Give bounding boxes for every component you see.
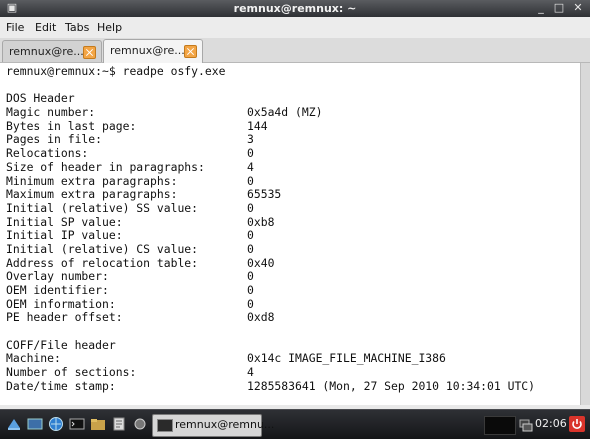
field-name: OEM information:: [6, 296, 116, 311]
field-name: Size of header in paragraphs:: [6, 159, 205, 174]
header-field-row: Date/time stamp: 1285583641 (Mon, 27 Sep …: [6, 378, 535, 394]
field-value: 0: [247, 200, 254, 215]
cpu-monitor: [484, 416, 516, 435]
window-title: remnux@remnux: ~: [233, 2, 357, 15]
field-name: OEM identifier:: [6, 283, 109, 297]
command-prompt: remnux@remnux:~$ readpe osfy.exe: [6, 64, 226, 78]
header-field-row: Minimum extra paragraphs: 0: [6, 173, 254, 189]
field-value: 4: [247, 159, 254, 174]
header-field-row: Initial (relative) CS value: 0: [6, 241, 254, 257]
globe-icon[interactable]: [48, 416, 64, 432]
field-value: 1285583641 (Mon, 27 Sep 2010 10:34:01 UT…: [247, 378, 536, 393]
field-name: Machine:: [6, 351, 61, 366]
header-field-row: Overlay number: 0: [6, 269, 254, 284]
field-value: 65535: [247, 187, 282, 202]
field-value: 3: [247, 132, 254, 147]
field-name: Initial (relative) CS value:: [6, 241, 199, 256]
header-field-row: Machine: 0x14c IMAGE_FILE_MACHINE_I386: [6, 351, 446, 366]
terminal-output[interactable]: remnux@remnux:~$ readpe osfy.exe DOS Hea…: [0, 63, 580, 405]
field-value: 4: [247, 365, 254, 380]
header-field-row: Initial IP value: 0: [6, 228, 254, 243]
field-name: Initial (relative) SS value:: [6, 200, 199, 215]
section-title: COFF/File header: [6, 337, 116, 352]
close-icon[interactable]: ✕: [571, 1, 585, 15]
field-value: 0xd8: [247, 310, 275, 325]
field-name: Date/time stamp:: [6, 378, 116, 393]
field-name: Relocations:: [6, 146, 89, 161]
show-desktop-icon[interactable]: [27, 416, 43, 432]
field-value: 0: [247, 241, 254, 256]
network-icon[interactable]: [518, 416, 534, 432]
power-icon[interactable]: [569, 416, 585, 432]
terminal-icon: [157, 419, 173, 432]
field-value: 0: [247, 296, 254, 311]
app-menu-icon[interactable]: [6, 416, 22, 432]
terminal-window: ▣ remnux@remnux: ~ _ □ ✕ File Edit Tabs …: [0, 0, 590, 409]
field-value: 0: [247, 173, 254, 188]
header-field-row: Relocations: 0: [6, 146, 254, 161]
field-value: 0x14c IMAGE_FILE_MACHINE_I386: [247, 351, 446, 366]
field-name: Bytes in last page:: [6, 118, 137, 133]
tab-label: remnux@re...: [110, 44, 185, 57]
tab-bar: remnux@re... remnux@re...: [0, 38, 590, 63]
editor-icon[interactable]: [111, 416, 127, 432]
menu-edit[interactable]: Edit: [35, 20, 56, 35]
field-name: Maximum extra paragraphs:: [6, 187, 178, 202]
tab-close-icon[interactable]: [83, 46, 96, 59]
field-value: 144: [247, 118, 268, 133]
terminal-icon[interactable]: [69, 416, 85, 432]
minimize-icon[interactable]: _: [534, 1, 548, 15]
field-name: Overlay number:: [6, 269, 109, 284]
field-name: Pages in file:: [6, 132, 103, 147]
field-value: 0xb8: [247, 214, 275, 229]
header-field-row: Initial SP value: 0xb8: [6, 214, 274, 230]
menu-tabs[interactable]: Tabs: [65, 20, 89, 35]
field-value: 0: [247, 283, 254, 297]
field-value: 0: [247, 228, 254, 243]
field-name: Initial SP value:: [6, 214, 123, 229]
field-name: Number of sections:: [6, 365, 137, 380]
header-field-row: Magic number: 0x5a4d (MZ): [6, 105, 322, 120]
header-field-row: PE header offset: 0xd8: [6, 310, 274, 325]
tab-label: remnux@re...: [9, 45, 84, 58]
screenshot-icon[interactable]: [132, 416, 148, 432]
taskbar-window-button[interactable]: remnux@remnu...: [152, 414, 274, 437]
header-field-row: OEM identifier: 0: [6, 283, 254, 298]
menu-help[interactable]: Help: [97, 20, 122, 35]
taskbar: remnux@remnu... 02:06: [0, 409, 590, 439]
section-title: DOS Header: [6, 91, 75, 106]
header-field-row: Address of relocation table: 0x40: [6, 255, 274, 271]
header-field-row: Size of header in paragraphs: 4: [6, 159, 254, 175]
menu-bar: File Edit Tabs Help: [0, 17, 590, 39]
header-field-row: Number of sections: 4: [6, 365, 254, 380]
title-bar[interactable]: ▣ remnux@remnux: ~ _ □ ✕: [0, 0, 590, 17]
field-value: 0: [247, 146, 254, 161]
tab-1[interactable]: remnux@re...: [2, 40, 102, 62]
tab-2[interactable]: remnux@re...: [103, 39, 203, 63]
field-name: Minimum extra paragraphs:: [6, 173, 178, 188]
header-field-row: Bytes in last page: 144: [6, 118, 268, 134]
file-manager-icon[interactable]: [90, 416, 106, 432]
maximize-icon[interactable]: □: [552, 1, 566, 15]
header-field-row: Pages in file: 3: [6, 132, 254, 147]
header-field-row: OEM information: 0: [6, 296, 254, 312]
header-field-row: Initial (relative) SS value: 0: [6, 200, 254, 216]
field-name: Magic number:: [6, 105, 96, 120]
tab-close-icon[interactable]: [184, 45, 197, 58]
terminal-scrollbar[interactable]: [580, 63, 590, 405]
field-name: Initial IP value:: [6, 228, 123, 243]
field-value: 0: [247, 269, 254, 284]
field-value: 0x40: [247, 255, 275, 270]
menu-file[interactable]: File: [6, 20, 24, 35]
field-value: 0x5a4d (MZ): [247, 105, 323, 120]
clock: 02:06: [535, 417, 567, 430]
field-name: Address of relocation table:: [6, 255, 199, 270]
taskbar-window-label: remnux@remnu...: [175, 418, 275, 431]
field-name: PE header offset:: [6, 310, 123, 325]
header-field-row: Maximum extra paragraphs: 65535: [6, 187, 281, 202]
